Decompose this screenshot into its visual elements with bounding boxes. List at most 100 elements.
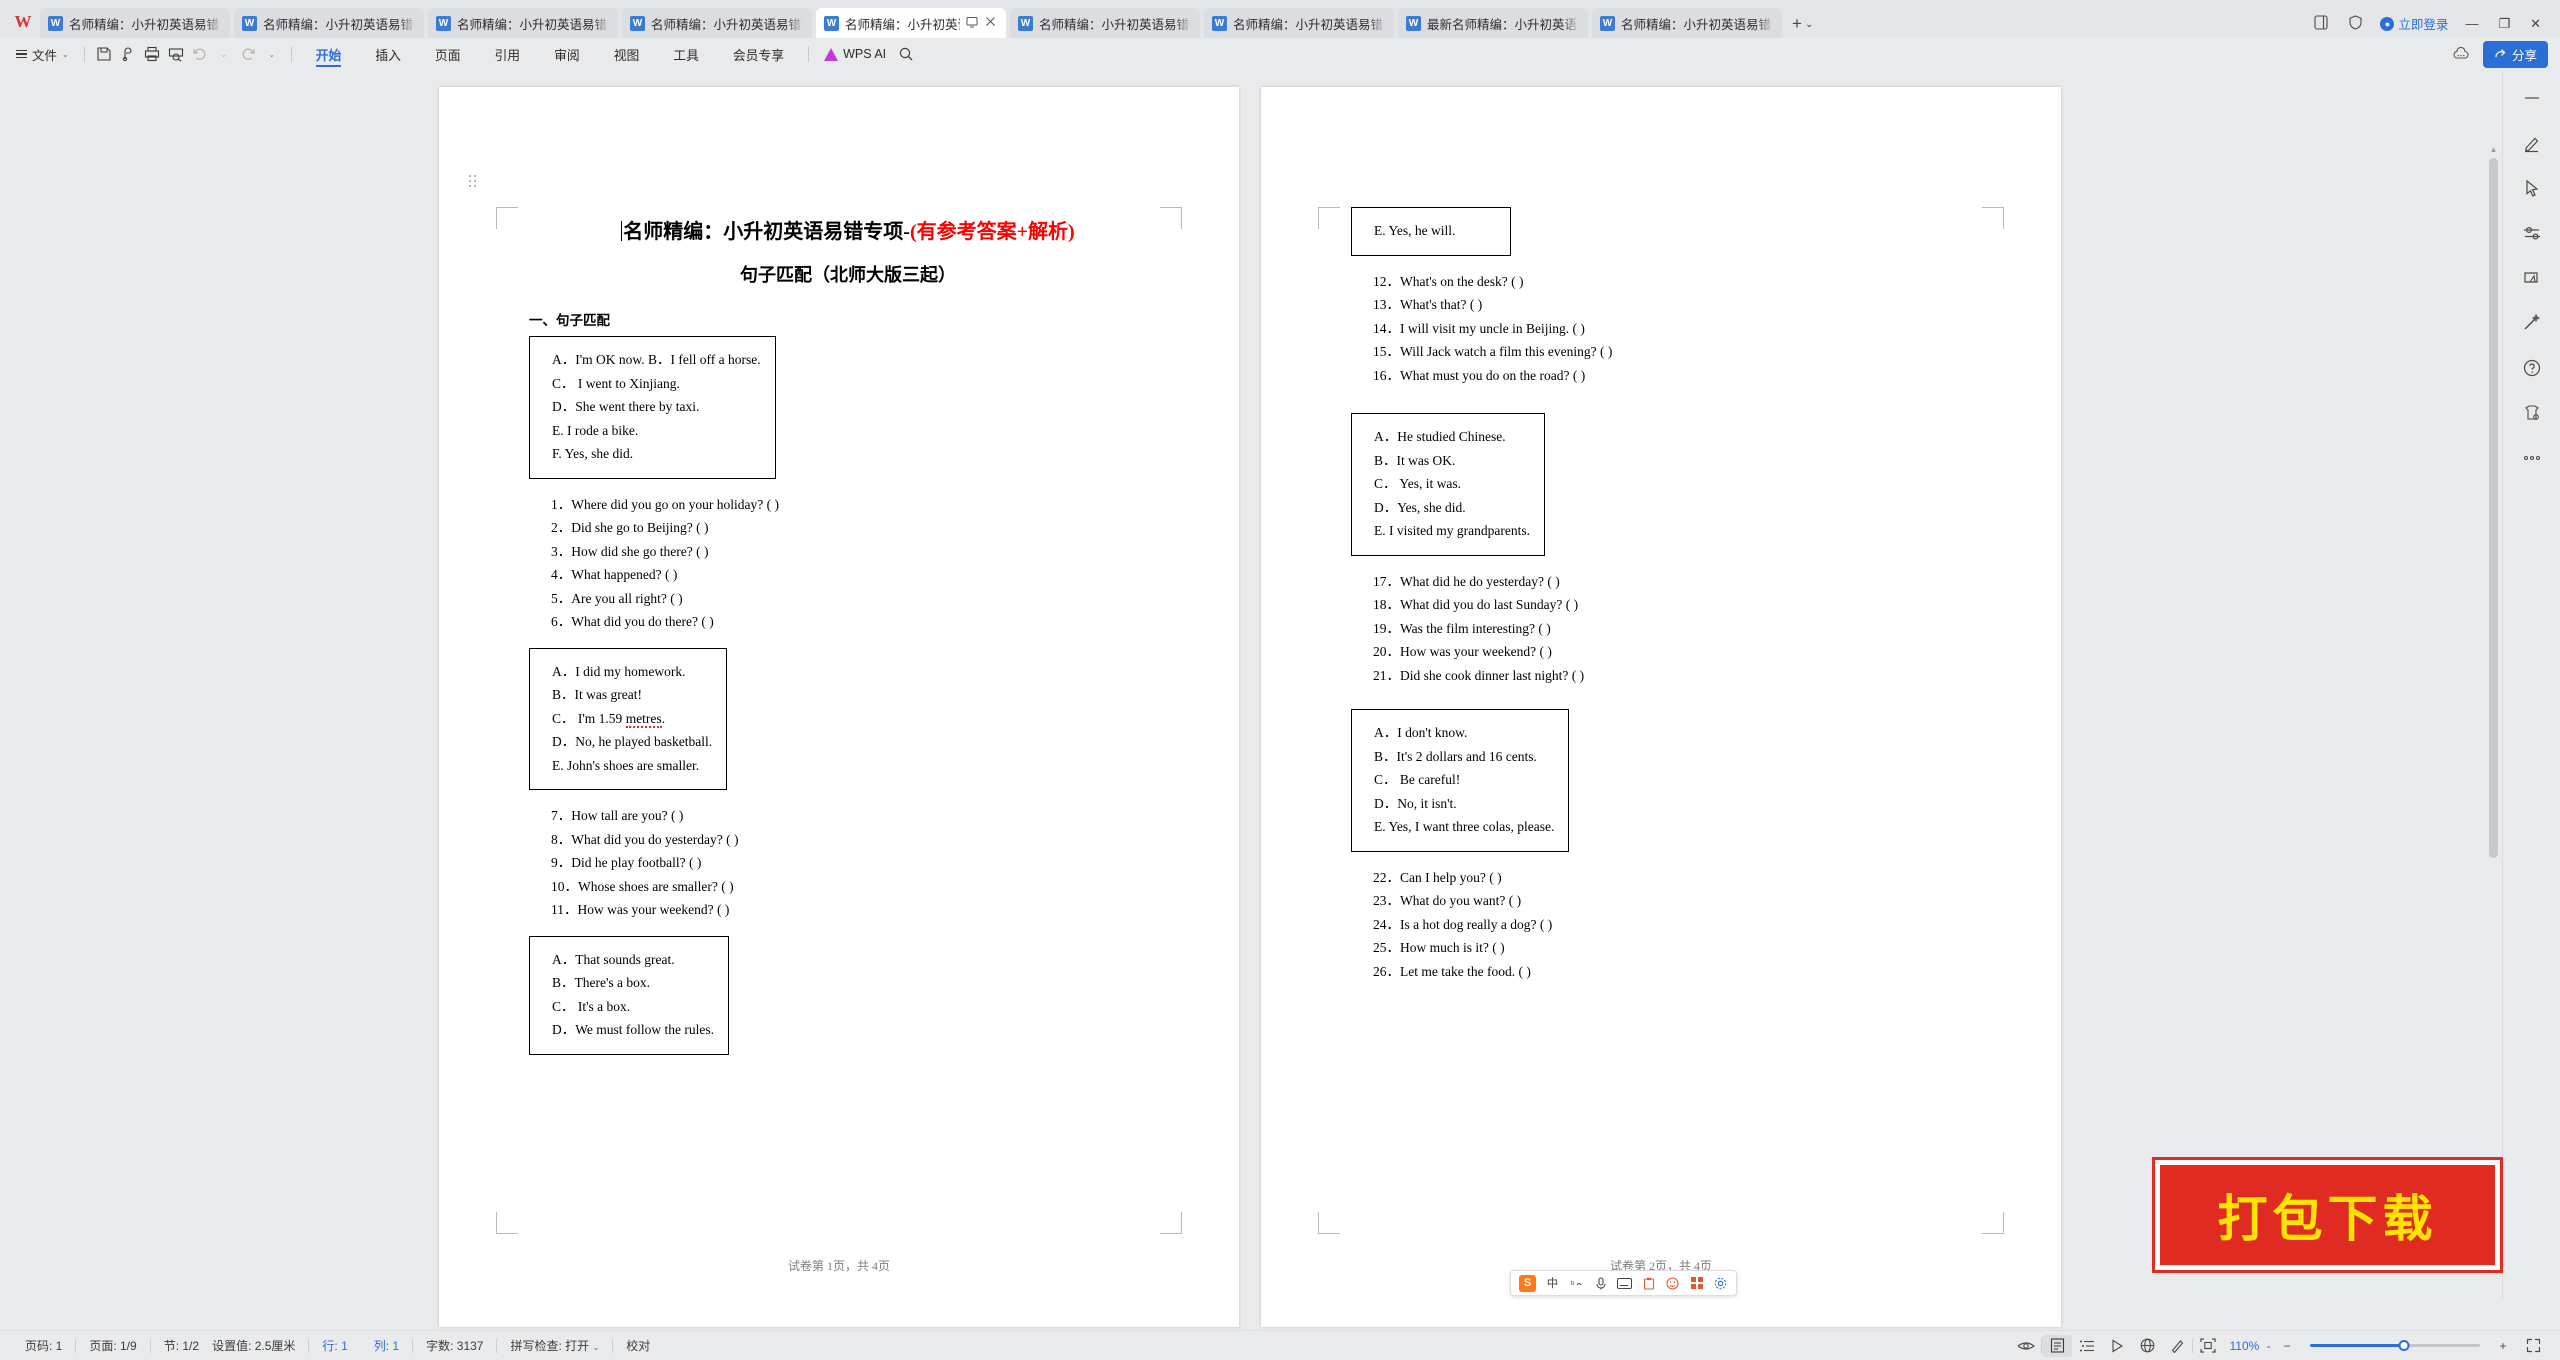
document-tab-8[interactable]: W 最新名师精编：小升初英语易错 (1398, 8, 1588, 38)
chevron-down-icon[interactable]: ⌄ (1805, 19, 1813, 30)
print-icon[interactable] (140, 43, 164, 65)
ime-mode-label[interactable]: 中 (1545, 1276, 1560, 1291)
web-view-icon[interactable] (2132, 1335, 2162, 1357)
question-item: 4．What happened? ( ) (551, 567, 678, 582)
clipboard-icon[interactable] (1641, 1276, 1656, 1291)
page-view-icon[interactable] (2042, 1334, 2073, 1357)
ribbon-tab-home[interactable]: 开始 (299, 38, 359, 70)
status-spellcheck[interactable]: 拼写检查: 打开 ⌄ (497, 1337, 612, 1354)
pinyin-icon[interactable]: ᵇ (1569, 1276, 1584, 1291)
wps-ai-button[interactable]: WPS AI (816, 47, 894, 61)
document-tab-4[interactable]: W 名师精编：小升初英语易错专项 (622, 8, 812, 38)
close-window-button[interactable]: ✕ (2527, 16, 2544, 32)
zoom-slider-knob[interactable] (2398, 1340, 2409, 1351)
sidebar-toggle-icon[interactable] (2311, 14, 2331, 33)
zoom-level-label[interactable]: 110% (2223, 1339, 2265, 1353)
document-page-2[interactable]: E. Yes, he will. 12．What's on the desk? … (1261, 87, 2061, 1327)
settings-icon[interactable] (1713, 1276, 1728, 1291)
magic-icon[interactable] (2517, 309, 2547, 337)
redo-icon[interactable] (236, 43, 260, 65)
share-button[interactable]: 分享 (2482, 40, 2548, 68)
ribbon-tab-tools[interactable]: 工具 (656, 38, 716, 70)
cursor-icon[interactable] (2517, 174, 2547, 202)
fullscreen-icon[interactable] (2518, 1335, 2548, 1357)
emoji-icon[interactable] (1665, 1276, 1680, 1291)
question-list-5: 22．Can I help you? ( ) 23．What do you wa… (1351, 866, 2001, 984)
document-tab-5-active[interactable]: W 名师精编：小升初英语易 (816, 8, 1006, 38)
ribbon-tab-review[interactable]: 审阅 (537, 38, 597, 70)
shield-icon[interactable] (2345, 14, 2366, 33)
document-tab-7[interactable]: W 名师精编：小升初英语易错专项 (1204, 8, 1394, 38)
more-icon[interactable] (2517, 444, 2547, 472)
close-icon[interactable] (985, 16, 996, 30)
play-icon[interactable] (2102, 1335, 2132, 1357)
new-tab-button[interactable]: + ⌄ (1786, 14, 1819, 38)
zoom-out-button[interactable]: − (2272, 1335, 2302, 1357)
zoom-slider[interactable] (2310, 1335, 2480, 1357)
keyboard-icon[interactable] (1617, 1276, 1632, 1291)
status-page-count[interactable]: 页面: 1/9 (76, 1337, 149, 1354)
document-tab-6[interactable]: W 名师精编：小升初英语易错专项 (1010, 8, 1200, 38)
maximize-button[interactable]: ❐ (2495, 16, 2513, 32)
margin-corner (1160, 1212, 1182, 1234)
status-word-count[interactable]: 字数: 3137 (413, 1337, 496, 1354)
more-cloud-icon[interactable] (2451, 44, 2471, 64)
undo-icon[interactable] (188, 43, 212, 65)
minimize-button[interactable]: — (2462, 16, 2481, 31)
ime-toolbar[interactable]: S 中 ᵇ (1510, 1270, 1737, 1296)
question-item: 5．Are you all right? ( ) (551, 590, 683, 606)
status-col[interactable]: 列: 1 (361, 1337, 412, 1354)
ribbon-tab-reference[interactable]: 引用 (478, 38, 538, 70)
status-page-number[interactable]: 页码: 1 (12, 1337, 75, 1354)
document-tab-3[interactable]: W 名师精编：小升初英语易错专项 (428, 8, 618, 38)
pen-icon[interactable] (2517, 129, 2547, 157)
print-preview-icon[interactable] (164, 43, 188, 65)
document-page-1[interactable]: 名师精编：小升初英语易错专项-(有参考答案+解析) 句子匹配（北师大版三起） 一… (439, 87, 1239, 1327)
status-margin[interactable]: 设置值: 2.5厘米 (212, 1337, 308, 1354)
chevron-down-icon[interactable]: ⌄ (2265, 1341, 2272, 1350)
zoom-in-button[interactable]: + (2488, 1335, 2518, 1357)
outline-view-icon[interactable] (2072, 1335, 2102, 1357)
voice-icon[interactable] (1593, 1276, 1608, 1291)
question-item: 26．Let me take the food. ( ) (1373, 963, 1531, 979)
save-icon[interactable] (92, 43, 116, 65)
help-icon[interactable] (2517, 354, 2547, 382)
apps-icon[interactable] (1689, 1276, 1704, 1291)
status-row[interactable]: 行: 1 (309, 1337, 360, 1354)
save-as-cloud-icon[interactable] (116, 43, 140, 65)
undo-dropdown-icon[interactable]: ⌄ (212, 43, 236, 65)
ribbon-tab-view[interactable]: 视图 (597, 38, 657, 70)
ribbon-tab-insert[interactable]: 插入 (358, 38, 418, 70)
document-tab-1[interactable]: W 名师精编：小升初英语易错专项 (40, 8, 230, 38)
collapse-icon[interactable] (2517, 84, 2547, 112)
options-box-5: A．He studied Chinese. B．It was OK. C． Ye… (1351, 413, 1545, 556)
download-watermark[interactable]: 打包下载 (2155, 1160, 2500, 1270)
customize-toolbar-icon[interactable]: ⌄ (260, 43, 284, 65)
option-item: B．There's a box. (552, 975, 651, 990)
document-tab-label: 最新名师精编：小升初英语易错 (1427, 17, 1578, 32)
paragraph-drag-handle[interactable] (469, 175, 481, 187)
vertical-scrollbar[interactable] (2489, 158, 2498, 858)
document-tab-9[interactable]: W 名师精编：小升初英语易错专项 (1592, 8, 1782, 38)
ribbon-tab-page[interactable]: 页面 (418, 38, 478, 70)
scrollbar-thumb[interactable] (2489, 158, 2498, 858)
fit-icon[interactable] (2193, 1335, 2223, 1357)
highlight-icon[interactable] (2517, 264, 2547, 292)
pen-view-icon[interactable] (2162, 1335, 2192, 1357)
scroll-up-arrow[interactable]: ▲ (2489, 145, 2498, 154)
option-item: E. I rode a bike. (552, 422, 639, 438)
status-section[interactable]: 节: 1/2 (151, 1337, 212, 1354)
login-label: 立即登录 (2398, 18, 2449, 32)
adjust-icon[interactable] (2517, 219, 2547, 247)
login-button[interactable]: ● 立即登录 (2380, 14, 2448, 33)
template-icon[interactable] (2517, 399, 2547, 427)
file-menu-button[interactable]: 文件 ⌄ (8, 45, 77, 64)
status-proofread[interactable]: 校对 (613, 1337, 663, 1354)
ribbon-tab-member[interactable]: 会员专享 (716, 38, 801, 70)
question-item: 25．How much is it? ( ) (1373, 940, 1505, 955)
eye-icon[interactable] (2011, 1335, 2041, 1357)
sogou-ime-icon[interactable]: S (1519, 1274, 1536, 1292)
document-tab-2[interactable]: W 名师精编：小升初英语易错专项 (234, 8, 424, 38)
monitor-icon[interactable] (966, 16, 978, 31)
search-icon[interactable] (894, 43, 918, 65)
